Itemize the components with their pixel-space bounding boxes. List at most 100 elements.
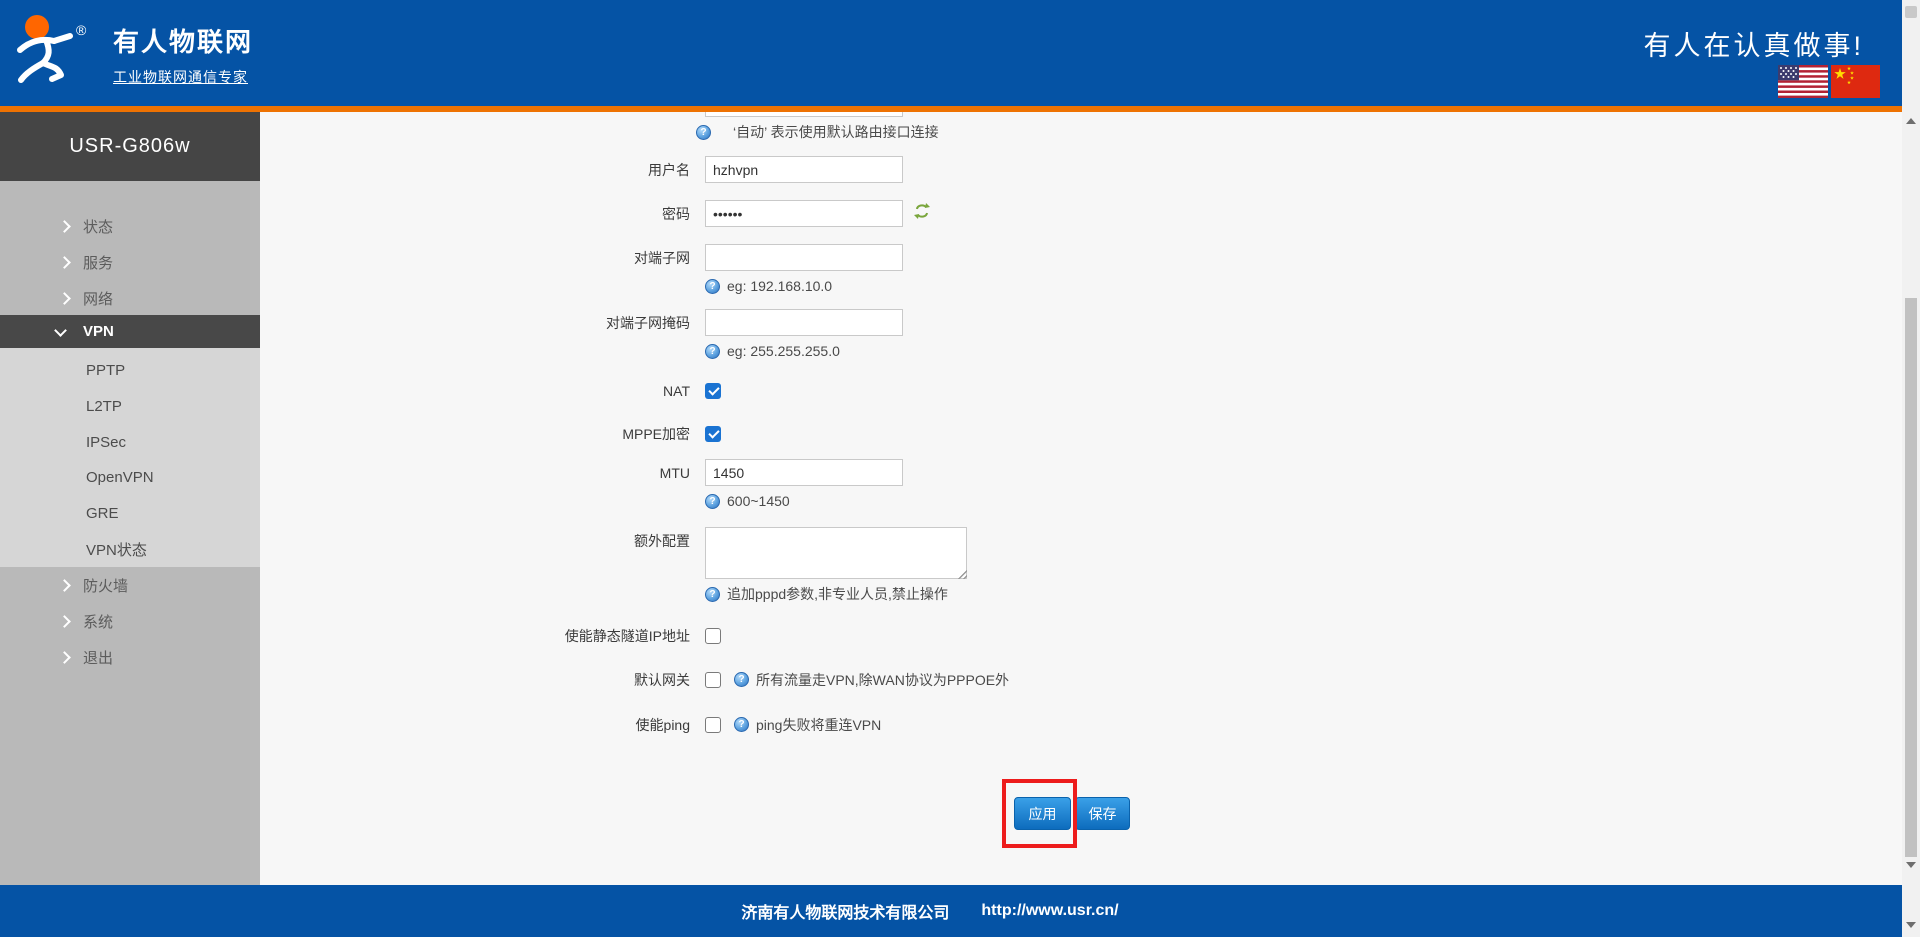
peer-subnet-input[interactable] xyxy=(705,244,903,271)
registered-mark: ® xyxy=(76,22,86,38)
footer-url-link[interactable]: http://www.usr.cn/ xyxy=(981,902,1118,920)
nat-row: NAT xyxy=(260,382,721,399)
extra-config-row: 额外配置 xyxy=(260,527,967,579)
default-gateway-hint: ? 所有流量走VPN,除WAN协议为PPPOE外 xyxy=(734,670,1009,690)
chevron-right-icon xyxy=(58,256,71,269)
mppe-row: MPPE加密 xyxy=(260,425,721,442)
peer-netmask-hint: ? eg: 255.255.255.0 xyxy=(705,343,840,359)
hint-text: 追加pppd参数,非专业人员,禁止操作 xyxy=(727,584,948,604)
scrollbar-top-button[interactable] xyxy=(1905,6,1917,18)
question-icon: ? xyxy=(705,279,720,294)
chevron-right-icon xyxy=(58,292,71,305)
peer-subnet-row: 对端子网 xyxy=(260,244,903,271)
save-button[interactable]: 保存 xyxy=(1075,797,1130,830)
sidebar-item-openvpn[interactable]: OpenVPN xyxy=(0,459,260,495)
mtu-row: MTU xyxy=(260,459,903,486)
brand-subtitle: 工业物联网通信专家 xyxy=(113,67,253,87)
default-gateway-label: 默认网关 xyxy=(260,670,705,690)
hint-text: 600~1450 xyxy=(727,493,790,509)
chevron-right-icon xyxy=(58,579,71,592)
cn-flag-icon[interactable] xyxy=(1831,65,1880,98)
static-tunnel-ip-row: 使能静态隧道IP地址 xyxy=(260,627,721,644)
username-row: 用户名 xyxy=(260,156,903,183)
mppe-checkbox[interactable] xyxy=(705,426,721,442)
sidebar-item-vpn-status[interactable]: VPN状态 xyxy=(0,531,260,567)
sidebar-item-services[interactable]: 服务 xyxy=(0,244,260,280)
static-tunnel-ip-checkbox[interactable] xyxy=(705,628,721,644)
password-input[interactable] xyxy=(705,200,903,227)
peer-netmask-row: 对端子网掩码 xyxy=(260,309,903,336)
question-icon: ? xyxy=(734,717,749,732)
question-icon: ? xyxy=(696,125,711,140)
question-icon: ? xyxy=(705,587,720,602)
mtu-hint: ? 600~1450 xyxy=(705,493,790,509)
question-icon: ? xyxy=(734,672,749,687)
sidebar-nav: USR-G806w 状态 服务 网络 VPN PPTP L2TP IPSec O… xyxy=(0,112,260,885)
scroll-up-arrow-icon[interactable] xyxy=(1906,118,1916,124)
auto-interface-hint: ? ‘自动’ 表示使用默认路由接口连接 xyxy=(696,122,939,142)
hint-text: eg: 192.168.10.0 xyxy=(727,278,832,294)
sidebar-item-gre[interactable]: GRE xyxy=(0,495,260,531)
sidebar-item-pptp[interactable]: PPTP xyxy=(0,352,260,388)
page-footer: 济南有人物联网技术有限公司 http://www.usr.cn/ xyxy=(0,885,1920,937)
extra-config-hint: ? 追加pppd参数,非专业人员,禁止操作 xyxy=(705,584,948,604)
enable-ping-checkbox[interactable] xyxy=(705,717,721,733)
mppe-label: MPPE加密 xyxy=(260,424,705,444)
question-icon: ? xyxy=(705,494,720,509)
username-input[interactable] xyxy=(705,156,903,183)
peer-subnet-hint: ? eg: 192.168.10.0 xyxy=(705,278,832,294)
chevron-right-icon xyxy=(58,615,71,628)
question-icon: ? xyxy=(705,344,720,359)
nat-label: NAT xyxy=(260,383,705,399)
nat-checkbox[interactable] xyxy=(705,383,721,399)
extra-config-textarea[interactable] xyxy=(705,527,967,579)
static-tunnel-ip-label: 使能静态隧道IP地址 xyxy=(260,626,705,646)
interface-input-clipped[interactable] xyxy=(705,112,903,117)
password-row: 密码 xyxy=(260,200,931,227)
username-label: 用户名 xyxy=(260,160,705,180)
usr-logo: ® xyxy=(10,8,102,86)
enable-ping-label: 使能ping xyxy=(260,715,705,735)
hint-text: eg: 255.255.255.0 xyxy=(727,343,840,359)
chevron-right-icon xyxy=(58,651,71,664)
device-name: USR-G806w xyxy=(0,112,260,181)
default-gateway-checkbox[interactable] xyxy=(705,672,721,688)
chevron-down-icon xyxy=(54,324,67,337)
sidebar-item-vpn[interactable]: VPN xyxy=(0,315,260,348)
hint-text: ‘自动’ 表示使用默认路由接口连接 xyxy=(733,122,939,142)
sidebar-item-ipsec[interactable]: IPSec xyxy=(0,424,260,460)
footer-company: 济南有人物联网技术有限公司 xyxy=(741,899,949,923)
vpn-settings-form: ? ‘自动’ 表示使用默认路由接口连接 用户名 密码 对端子网 ? eg: 19… xyxy=(260,112,1903,885)
chevron-right-icon xyxy=(58,220,71,233)
vertical-scrollbar[interactable] xyxy=(1902,0,1920,937)
enable-ping-row: 使能ping ? ping失败将重连VPN xyxy=(260,716,881,733)
sidebar-item-network[interactable]: 网络 xyxy=(0,280,260,316)
scroll-down-arrow-icon[interactable] xyxy=(1906,862,1916,868)
header-slogan: 有人在认真做事! xyxy=(1643,24,1864,63)
sidebar-item-firewall[interactable]: 防火墙 xyxy=(0,567,260,603)
extra-config-label: 额外配置 xyxy=(260,527,705,551)
us-flag-icon[interactable] xyxy=(1778,65,1828,98)
logo-person-icon xyxy=(10,8,102,86)
enable-ping-hint: ? ping失败将重连VPN xyxy=(734,715,881,735)
mtu-label: MTU xyxy=(260,465,705,481)
peer-netmask-label: 对端子网掩码 xyxy=(260,313,705,333)
brand-title: 有人物联网 xyxy=(113,22,253,59)
peer-netmask-input[interactable] xyxy=(705,309,903,336)
hint-text: 所有流量走VPN,除WAN协议为PPPOE外 xyxy=(756,670,1009,690)
mtu-input[interactable] xyxy=(705,459,903,486)
default-gateway-row: 默认网关 ? 所有流量走VPN,除WAN协议为PPPOE外 xyxy=(260,671,1009,688)
apply-button[interactable]: 应用 xyxy=(1014,797,1071,830)
hint-text: ping失败将重连VPN xyxy=(756,715,881,735)
show-password-refresh-icon[interactable] xyxy=(913,202,931,225)
scrollbar-thumb[interactable] xyxy=(1905,298,1917,857)
brand-block: 有人物联网 工业物联网通信专家 xyxy=(113,22,253,87)
sidebar-item-status[interactable]: 状态 xyxy=(0,208,260,244)
password-label: 密码 xyxy=(260,204,705,224)
peer-subnet-label: 对端子网 xyxy=(260,248,705,268)
top-header: ® 有人物联网 工业物联网通信专家 有人在认真做事! xyxy=(0,0,1920,106)
sidebar-item-system[interactable]: 系统 xyxy=(0,603,260,639)
sidebar-item-l2tp[interactable]: L2TP xyxy=(0,388,260,424)
sidebar-item-logout[interactable]: 退出 xyxy=(0,639,260,675)
scroll-down-arrow-icon[interactable] xyxy=(1906,922,1916,928)
